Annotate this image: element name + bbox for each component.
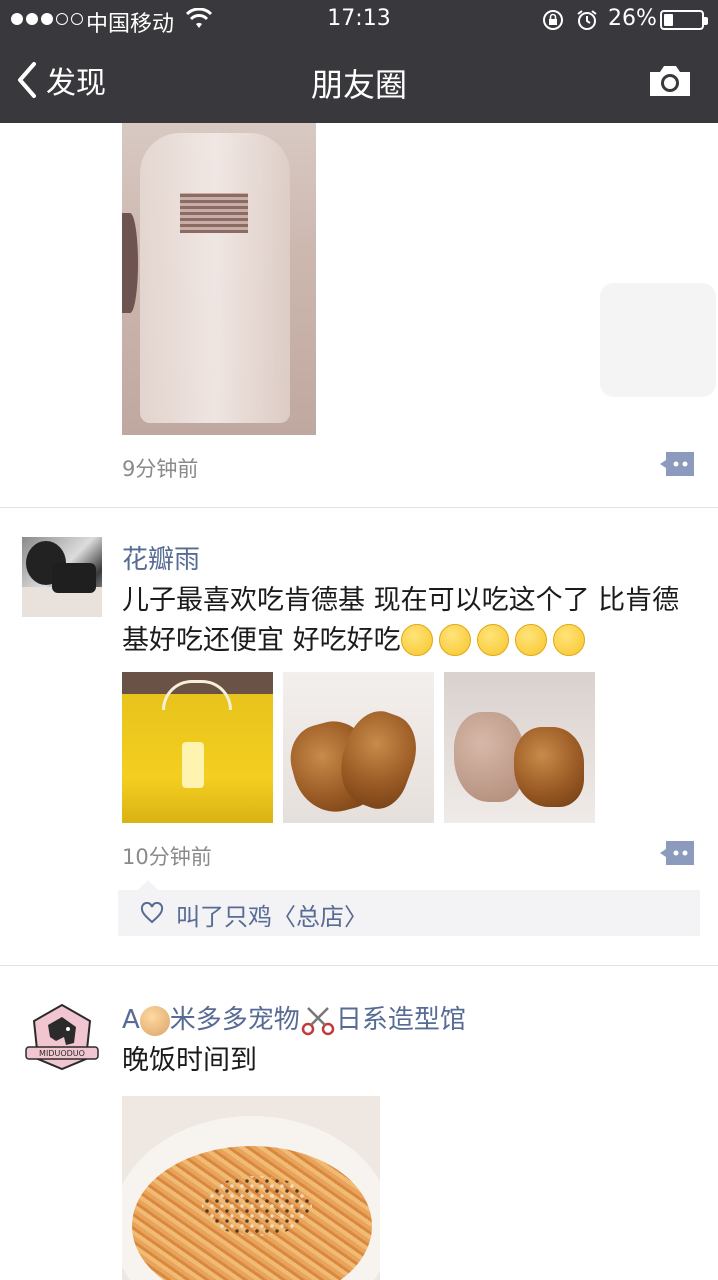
- page-title: 朋友圈: [310, 66, 407, 104]
- post-time: 10分钟前: [122, 845, 212, 869]
- yum-emoji-icon: [552, 623, 585, 656]
- yum-emoji-icon: [400, 623, 433, 656]
- battery-percentage: 26%: [608, 6, 657, 31]
- post-time: 9分钟前: [122, 457, 199, 481]
- avatar-text: MIDUODUO: [39, 1049, 85, 1058]
- status-bar: 中国移动 17:13 26%: [0, 0, 718, 40]
- post-text: 儿子最喜欢吃肯德基 现在可以吃这个了 比肯德基好吃还便宜 好吃好吃: [122, 585, 680, 656]
- emoji-row: [400, 623, 591, 656]
- avatar[interactable]: [22, 537, 102, 617]
- post-image[interactable]: [122, 123, 316, 435]
- camera-icon[interactable]: [646, 60, 694, 100]
- scissors-icon: [301, 1006, 335, 1035]
- dog-emoji-icon: [139, 1005, 170, 1036]
- post-author[interactable]: 花瓣雨: [122, 539, 200, 576]
- likes-bar: 叫了只鸡〈总店〉: [118, 880, 700, 936]
- navigation-bar: 发现 朋友圈: [0, 40, 718, 123]
- yum-emoji-icon: [438, 623, 471, 656]
- alarm-icon: [577, 10, 597, 30]
- comment-icon[interactable]: [658, 839, 696, 867]
- yum-emoji-icon: [476, 623, 509, 656]
- post-image[interactable]: [122, 672, 273, 823]
- post-image[interactable]: [444, 672, 595, 823]
- liked-user[interactable]: 叫了只鸡〈总店〉: [176, 897, 368, 932]
- yum-emoji-icon: [514, 623, 547, 656]
- post-divider: [0, 965, 718, 966]
- battery-icon: [660, 10, 708, 30]
- post-image[interactable]: [122, 1096, 380, 1280]
- ghost-bubble: [600, 283, 716, 397]
- top-bar: 中国移动 17:13 26% 发现 朋友圈: [0, 0, 718, 123]
- post-divider: [0, 507, 718, 508]
- moments-feed[interactable]: 9分钟前 花瓣雨 儿子最喜欢吃肯德基 现在可以吃这个了 比肯德基好吃还便宜 好吃…: [0, 123, 718, 1280]
- avatar[interactable]: MIDUODUO: [22, 997, 102, 1077]
- rotation-lock-icon: [543, 10, 563, 30]
- heart-icon: [140, 902, 164, 924]
- post-image[interactable]: [283, 672, 434, 823]
- dog-logo-icon: MIDUODUO: [25, 1003, 99, 1071]
- post-text: 晚饭时间到: [122, 1045, 257, 1076]
- post-author[interactable]: A 米多多宠物 日系造型馆: [122, 999, 466, 1036]
- comment-icon[interactable]: [658, 450, 696, 478]
